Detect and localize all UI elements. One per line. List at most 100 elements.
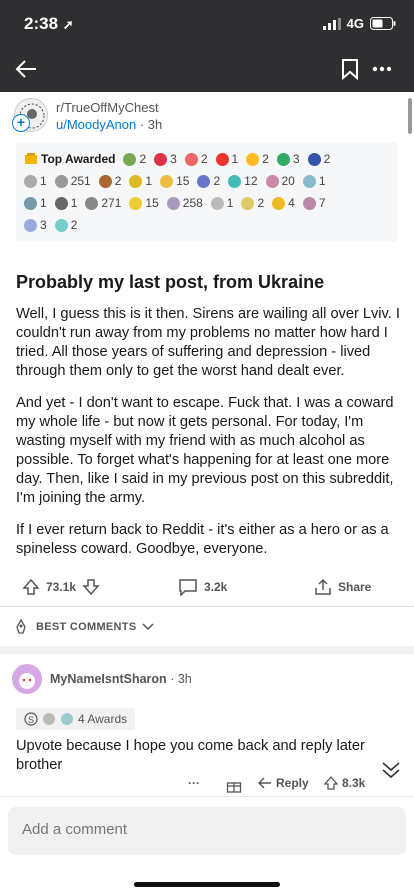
comment-meta: MyNameIsntSharon · 3h — [50, 672, 192, 686]
award-icon — [302, 196, 316, 210]
best-comments-label: BEST COMMENTS — [36, 621, 137, 633]
comment-count: 3.2k — [204, 580, 228, 594]
upvote-icon[interactable] — [22, 578, 40, 596]
comment-score: 8.3k — [342, 776, 366, 790]
award-icon — [85, 196, 99, 210]
divider — [0, 606, 414, 607]
award-item[interactable]: 2 — [54, 218, 77, 232]
award-count: 258 — [182, 196, 203, 210]
award-item[interactable]: 251 — [54, 174, 91, 188]
award-count: 2 — [139, 152, 147, 166]
award-item[interactable]: 20 — [265, 174, 295, 188]
share-button[interactable]: Share — [314, 578, 371, 596]
gift-award-icon[interactable] — [226, 778, 242, 794]
award-count: 1 — [226, 196, 234, 210]
comment-awards[interactable]: S 4 Awards — [16, 708, 136, 730]
comment-time: 3h — [177, 672, 192, 686]
reply-button[interactable]: Reply — [258, 776, 309, 790]
award-icon — [54, 174, 68, 188]
award-item[interactable]: 1 — [24, 196, 47, 210]
post-time: 3h — [147, 117, 163, 132]
award-item[interactable]: 1 — [215, 152, 238, 166]
status-indicators: 4G — [322, 16, 396, 31]
signal-icon — [322, 17, 341, 30]
award-item[interactable]: 1 — [54, 196, 78, 210]
award-count: 3 — [292, 152, 300, 166]
award-count: 2 — [323, 152, 331, 166]
award-item[interactable]: 2 — [98, 174, 121, 188]
award-count: 20 — [281, 174, 295, 188]
share-icon — [315, 578, 331, 595]
award-item[interactable]: 2 — [123, 152, 146, 166]
comments-button[interactable]: 3.2k — [178, 578, 227, 596]
award-item[interactable]: 12 — [228, 174, 258, 188]
award-item[interactable]: 3 — [276, 152, 300, 166]
subreddit-name[interactable]: r/TrueOffMyChest — [56, 100, 159, 115]
post-meta: u/MoodyAnon · 3h — [56, 117, 163, 132]
back-button[interactable] — [8, 46, 44, 92]
award-icon — [272, 196, 286, 210]
award-count: 1 — [70, 196, 78, 210]
award-row: 32 — [24, 214, 390, 236]
award-icon — [54, 218, 68, 232]
avatar[interactable] — [12, 664, 42, 694]
award-item[interactable]: 1 — [129, 174, 152, 188]
award-item[interactable]: 3 — [24, 218, 47, 232]
home-indicator[interactable] — [134, 882, 280, 887]
best-comments-sort[interactable]: BEST COMMENTS — [12, 618, 154, 636]
award-icon — [184, 152, 198, 166]
post-paragraph: And yet - I don't want to escape. Fuck t… — [16, 395, 394, 506]
award-icon — [98, 174, 112, 188]
comment-author[interactable]: MyNameIsntSharon — [50, 672, 167, 686]
award-count: 7 — [318, 196, 326, 210]
awards-panel[interactable]: Top Awarded 2321232 1 251 2 1 15 2 12 20 1 1 1 271… — [16, 142, 398, 242]
award-item[interactable]: 2 — [307, 152, 331, 166]
comment-composer: Add a comment — [0, 796, 414, 896]
award-item[interactable]: 15 — [160, 174, 189, 188]
comment-vote-group: 8.3k — [324, 776, 365, 790]
share-label: Share — [338, 580, 372, 594]
section-divider — [0, 646, 414, 654]
award-icon — [24, 196, 37, 210]
post-body: Well, I guess this is it then. Sirens ar… — [16, 305, 400, 572]
award-row: 1 251 2 1 15 2 12 20 1 — [24, 170, 390, 192]
award-icon — [24, 174, 37, 188]
reply-icon — [258, 777, 271, 789]
save-button[interactable] — [336, 46, 364, 92]
post-header: + r/TrueOffMyChest u/MoodyAnon · 3h — [0, 92, 414, 142]
award-count: 15 — [145, 196, 159, 210]
more-options-button[interactable] — [366, 46, 398, 92]
award-item[interactable]: 2 — [246, 152, 269, 166]
award-item[interactable]: 7 — [302, 196, 326, 210]
downvote-icon[interactable] — [82, 578, 100, 596]
award-item[interactable]: 15 — [129, 196, 159, 210]
upvote-icon[interactable] — [324, 776, 338, 790]
award-count: 12 — [244, 174, 258, 188]
award-item[interactable]: 2 — [184, 152, 208, 166]
award-count: 2 — [262, 152, 269, 166]
award-icon — [129, 174, 143, 188]
comment-input[interactable]: Add a comment — [8, 807, 406, 855]
award-item[interactable]: 1 — [302, 174, 326, 188]
comment-more-icon[interactable]: ··· — [188, 776, 200, 790]
award-item[interactable]: 271 — [85, 196, 121, 210]
post-author[interactable]: u/MoodyAnon — [56, 117, 136, 132]
join-icon[interactable]: + — [12, 114, 30, 132]
award-item[interactable]: 2 — [197, 174, 220, 188]
comment-awards-label: 4 Awards — [78, 712, 128, 726]
collapse-icon[interactable] — [380, 760, 402, 780]
award-item[interactable]: 2 — [241, 196, 264, 210]
trophy-icon — [25, 153, 37, 164]
award-icon — [61, 713, 73, 725]
award-item[interactable]: 1 — [210, 196, 234, 210]
award-item[interactable]: 3 — [154, 152, 177, 166]
award-count: 2 — [200, 152, 208, 166]
award-icon — [166, 196, 180, 210]
status-bar: 2:38 ➚ 4G — [0, 0, 414, 46]
award-item[interactable]: 4 — [272, 196, 295, 210]
award-item[interactable]: 258 — [166, 196, 203, 210]
award-count: 2 — [257, 196, 265, 210]
award-icon — [123, 152, 137, 166]
more-icon — [372, 66, 392, 72]
award-item[interactable]: 1 — [24, 174, 47, 188]
